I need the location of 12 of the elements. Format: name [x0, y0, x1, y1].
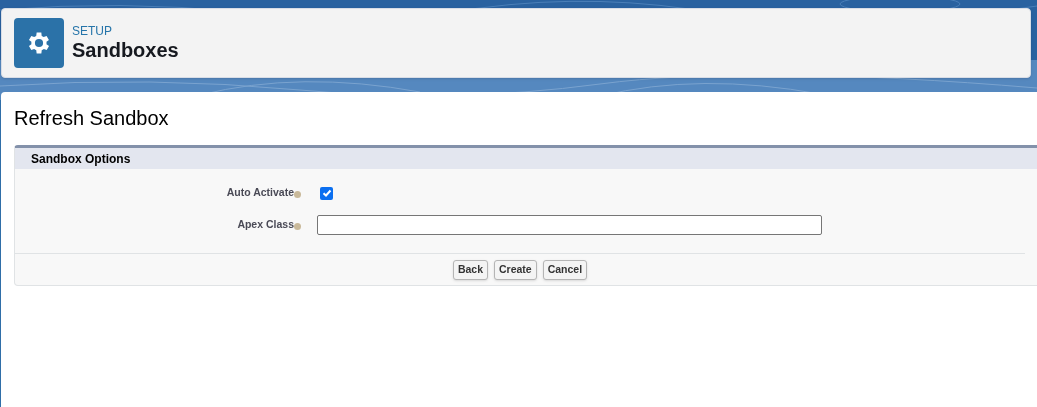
field-label: Apex Class	[237, 217, 294, 233]
breadcrumb: SETUP	[72, 24, 113, 38]
page-title: Refresh Sandbox	[14, 106, 170, 130]
page-header-title: Sandboxes	[72, 38, 179, 62]
form-button[interactable]: Cancel	[542, 259, 588, 280]
input-field[interactable]	[317, 215, 822, 235]
form-button[interactable]: Back	[452, 259, 488, 280]
section-title: Sandbox Options	[31, 150, 131, 168]
settings-icon	[14, 18, 64, 68]
checkbox[interactable]	[320, 186, 333, 200]
field-label: Auto Activate	[226, 185, 294, 201]
form-button[interactable]: Create	[494, 259, 537, 280]
